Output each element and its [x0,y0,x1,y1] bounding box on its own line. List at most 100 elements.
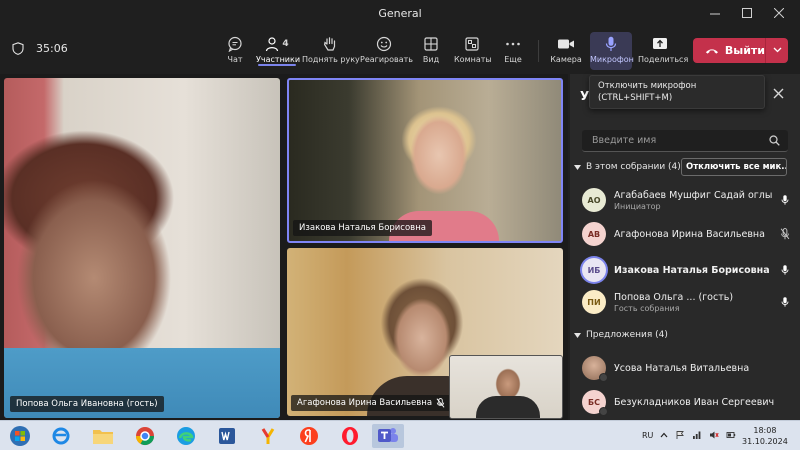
video-tile-active-speaker[interactable]: Изакова Наталья Борисовна [287,78,563,243]
view-label: Вид [422,55,440,64]
start-button[interactable] [6,424,34,448]
mic-off-icon [436,398,445,408]
word-icon [219,428,235,444]
taskbar-chrome[interactable] [131,424,159,448]
edge-ie-icon [52,427,70,445]
suggestion-name: Усова Наталья Витальевна [614,362,750,374]
more-button[interactable]: Еще [500,34,526,70]
more-label: Еще [504,55,522,64]
shield-icon[interactable] [12,42,24,55]
taskbar-word[interactable] [213,424,241,448]
suggestion-row[interactable]: БС Безукладников Иван Сергеевич [582,388,792,416]
taskbar-edge[interactable] [172,424,200,448]
share-button[interactable]: Поделиться [638,34,689,70]
leave-options-button[interactable] [766,46,788,56]
caret-down-icon [574,164,581,170]
avatar: АО [582,188,606,212]
system-clock[interactable]: 18:08 31.10.2024 [742,425,788,447]
self-preview-video[interactable] [449,355,563,419]
windows-taskbar: RU 18:08 31.10.2024 [0,420,800,450]
camera-icon [558,39,574,49]
participants-count: 4 [282,39,289,49]
raise-hand-button[interactable]: Поднять руку [302,34,360,70]
participant-row[interactable]: ПИ Попова Ольга ... (гость) Гость собран… [582,288,792,316]
flag-icon[interactable] [675,430,685,440]
share-label: Поделиться [638,55,689,64]
start-orb-icon [10,426,30,446]
panel-title: У [580,89,590,103]
participant-name: Изакова Наталья Борисовна [614,264,770,276]
participant-row[interactable]: ИБ Изакова Наталья Борисовна [582,256,792,284]
maximize-button[interactable] [736,4,758,24]
yandex-browser-icon [261,428,275,444]
minimize-button[interactable] [704,4,726,24]
taskbar-yandex[interactable] [295,424,323,448]
taskbar-yandex-browser[interactable] [254,424,282,448]
hand-icon [323,37,336,51]
leave-button-group: Выйти [693,38,788,63]
video-tile-main[interactable]: Попова Ольга Ивановна (гость) [4,78,280,418]
close-panel-button[interactable] [773,87,784,103]
participant-mic-status [778,296,792,308]
teams-icon [378,428,398,442]
battery-icon[interactable] [726,430,736,440]
participants-active-indicator [258,64,296,66]
avatar: БС [582,390,608,416]
taskbar-teams[interactable] [372,424,404,448]
taskbar-explorer[interactable] [89,424,117,448]
suggestions-section-header[interactable]: Предложения (4) [574,330,668,340]
chevron-down-icon [773,47,781,52]
suggestion-row[interactable]: Усова Наталья Витальевна [582,354,792,382]
tray-chevron-up-icon[interactable] [660,432,668,438]
in-meeting-section-header[interactable]: В этом собрании (4) [574,162,681,172]
close-icon [773,88,784,99]
share-icon [653,38,667,49]
avatar-photo [582,356,608,382]
mute-all-button[interactable]: Отключить все мик... [681,158,787,176]
camera-label: Камера [550,55,582,64]
explorer-icon [93,430,113,444]
mic-icon [781,265,789,275]
participant-name: Агафонова Ирина Васильевна [297,398,433,408]
camera-button[interactable]: Камера [548,34,584,70]
chat-button[interactable]: Чат [220,34,250,70]
network-icon[interactable] [692,430,702,440]
react-button[interactable]: Реагировать [360,34,414,70]
smile-icon [376,36,392,52]
meeting-timer: 35:06 [36,42,68,55]
language-indicator[interactable]: RU [642,431,653,440]
mic-label: Микрофон [590,55,634,64]
avatar: ИБ [582,258,606,282]
in-meeting-label: В этом собрании (4) [586,162,681,172]
close-window-button[interactable] [768,4,790,24]
edge-icon [177,427,195,445]
mic-button[interactable]: Микрофон [590,32,634,70]
rooms-icon [465,37,479,51]
participant-mic-status [778,264,792,276]
minimize-icon [710,13,720,15]
rooms-button[interactable]: Комнаты [454,34,492,70]
participant-name: Изакова Наталья Борисовна [299,223,426,233]
participant-role: Инициатор [614,201,661,211]
avatar: АВ [582,222,606,246]
search-icon[interactable] [769,135,780,146]
participant-row[interactable]: АВ Агафонова Ирина Васильевна [582,220,792,248]
suggestion-name: Безукладников Иван Сергеевич [614,396,775,408]
participant-row[interactable]: АО Агабабаев Мушфиг Садай оглы Инициатор [582,186,792,214]
leave-button[interactable]: Выйти [693,44,765,57]
search-participants-input[interactable] [582,130,788,152]
presence-badge [599,407,608,416]
taskbar-ie[interactable] [47,424,75,448]
participant-mic-status [778,194,792,206]
taskbar-opera[interactable] [336,424,364,448]
mic-tooltip: Отключить микрофон (CTRL+SHIFT+M) [589,75,765,109]
video-figure [476,396,540,418]
react-label: Реагировать [360,55,414,64]
participant-mic-status [778,228,792,240]
volume-muted-icon[interactable] [709,430,720,440]
toolbar-divider [538,40,539,62]
mic-off-icon [780,228,790,240]
view-button[interactable]: Вид [418,34,444,70]
caret-down-icon [574,332,581,338]
avatar-initials: БС [588,397,600,407]
